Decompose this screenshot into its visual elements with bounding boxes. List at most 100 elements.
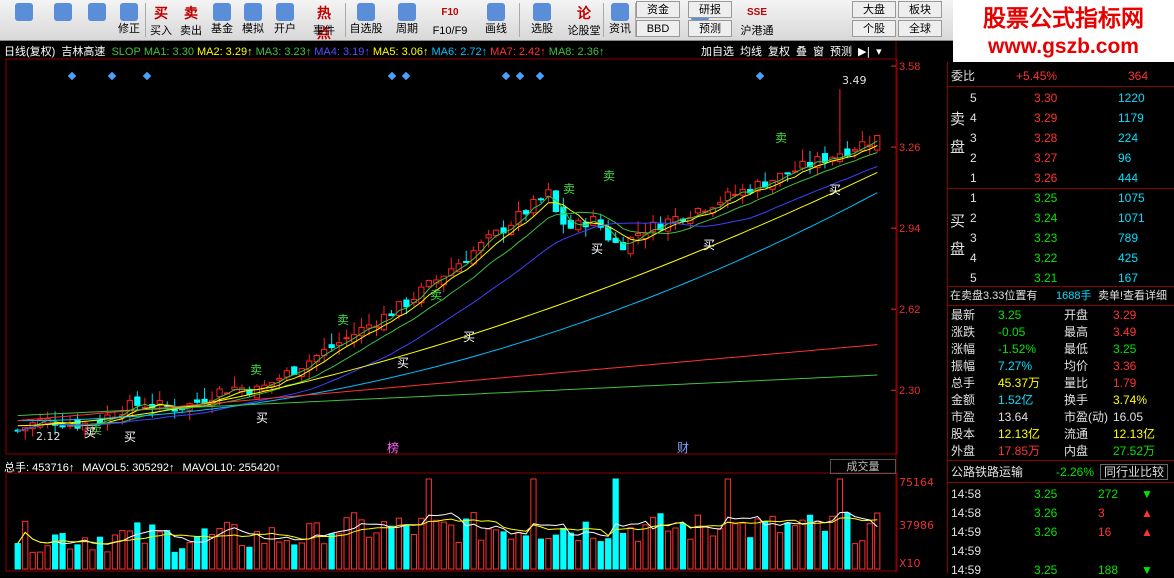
buy-icon: 买 [154,5,168,21]
ma-line [17,166,878,432]
candle [231,376,238,392]
volume-bar [836,478,844,570]
ma-legend-item: MA7: 2.42↑ [490,46,546,58]
event-marker[interactable]: 财 [677,441,689,455]
toolbar-mini-2[interactable]: 研报 [688,1,732,18]
ratio-label: 委比 [951,69,976,83]
hot-event-label: 事件 [313,25,335,37]
toolbar-back-button[interactable] [44,0,82,41]
star-label: 自选股 [349,23,383,35]
period-label[interactable]: 日线(复权) [4,46,55,58]
chart-control-6[interactable]: ▶| [857,45,871,58]
ma-legend-item: MA2: 3.29↑ [196,46,253,58]
chart-control-1[interactable]: 均线 [739,45,763,58]
toolbar-home-button[interactable] [4,0,44,41]
chart-control-4[interactable]: 窗 [812,45,825,58]
ma-line [17,171,878,427]
tick-row: 14:59 3.25 188 ▼ [948,562,1174,578]
ask-price: 3.28 [1034,131,1058,145]
bid-row: 4 3.22 425 [948,250,1174,266]
volume-bar [500,531,507,570]
volume-bar [791,525,799,570]
stat-row: 总手 45.37万 量比 1.79 [948,375,1174,391]
tick-price: 3.25 [1034,563,1058,577]
volume-bar [37,551,44,570]
forum-label: 论股堂 [567,25,601,37]
chart-controls: 加自选 均线 复权叠窗预测 ▶| ▾ [700,43,887,59]
updown-icon [88,3,106,21]
chart-control-7[interactable]: ▾ [875,45,883,58]
industry-compare-button[interactable]: 同行业比较 [1100,464,1169,480]
toolbar-news-button[interactable]: 资讯 [604,0,636,41]
volume-bar [350,512,358,570]
ma-line [17,152,878,432]
volume-bar [418,517,425,570]
toolbar-lock-button[interactable]: 开户 [268,0,302,41]
ask-volume: 224 [1118,131,1139,145]
toolbar-mini-6[interactable]: 板块 [898,1,942,18]
toolbar-hot-event-button[interactable]: 热点 事件 [302,0,346,41]
volume-header: 总手: 453716↑ MAVOL5: 305292↑ MAVOL10: 25542… [4,459,289,475]
event-marker[interactable]: 榜 [387,440,399,455]
volume-bar [343,517,350,570]
toolbar-mini-4[interactable]: 大盘 [852,1,896,18]
toolbar-period-button[interactable]: 周期 [386,0,428,41]
chart-control-3[interactable]: 叠 [795,45,808,58]
toolbar-mini-1[interactable]: BBD [636,20,680,37]
toolbar-buy-button[interactable]: 买买入 [146,0,176,41]
volume-legend-item: MAVOL10: 255420↑ [182,462,281,474]
toolbar-updown-button[interactable] [82,0,112,41]
toolbar-f10-button[interactable]: F10 F10/F9 [428,0,472,41]
toolbar-mini-0[interactable]: 资金 [636,1,680,18]
toolbar-mini-3[interactable]: 预测 [688,20,732,37]
stat-row: 涨跌 -0.05 最高 3.49 [948,324,1174,340]
sell-signal: 卖 [603,169,615,183]
toolbar-gear-button[interactable]: 修正 [112,0,146,41]
toolbar-mini-7[interactable]: 全球 [898,20,942,37]
volume-bar [515,531,522,570]
stat-value: 45.37万 [998,376,1041,390]
volume-bar [747,537,754,570]
ma-line [17,145,878,432]
chart-control-2[interactable]: 复权 [767,45,791,58]
stat-value: 3.25 [1113,342,1137,356]
candle [492,229,500,238]
hk-connect-label: 沪港通 [740,25,774,37]
volume-bar [336,533,343,570]
chart-control-5[interactable]: 预测 [829,45,853,58]
toolbar-hk-connect-button[interactable]: SSE 沪港通 [724,0,790,41]
divider [948,305,1174,306]
volume-bar [373,532,380,570]
kline-svg[interactable]: 3.583.262.942.622.303.492.12 卖卖卖卖卖卖卖买 买买买买… [0,41,947,573]
toolbar-hammer-button[interactable]: 模拟 [238,0,268,41]
buy-signal: 买 [124,430,136,444]
toolbar-fund-button[interactable]: 基金 [206,0,238,41]
stat-row: 振幅 7.27% 均价 3.36 [948,358,1174,374]
chart-control-0[interactable]: 加自选 [700,45,735,58]
volume-bar [859,540,866,570]
toolbar-sell-button[interactable]: 卖卖出 [176,0,206,41]
volume-bar [664,530,672,570]
ratio-value: +5.45% [1016,69,1058,83]
tick-price: 3.26 [1034,525,1058,539]
toolbar-pen-button[interactable]: 画线 [472,0,520,41]
ma-legend-item: MA1: 3.30 [143,46,194,58]
tick-time: 14:58 [951,487,982,501]
toolbar-screen-button[interactable]: 选股 [520,0,564,41]
notice-qty: 1688手 [1056,290,1092,302]
toolbar-mini-5[interactable]: 个股 [852,20,896,37]
volume-bar [253,531,261,570]
kline-chart-area[interactable]: 3.58 3.26 2.94 2.62 2.30 3.49 2.12 卖卖卖卖卖卖卖买买买买买… [0,41,947,573]
volume-indicator-button[interactable]: 成交量 [830,459,896,474]
volume-bar [590,537,597,570]
stat-value: 3.36 [1113,359,1137,373]
toolbar-forum-button[interactable]: 论论股堂 [564,0,604,41]
notice-link[interactable]: 卖单!查看详细 [1098,288,1167,304]
bid-row: 5 3.21 167 [948,270,1174,286]
volume-bar [261,542,268,570]
toolbar-star-button[interactable]: 自选股 [346,0,386,41]
stat-label: 流通 [1064,427,1089,441]
price-axis-label: 3.58 [899,61,920,73]
volume-bar [291,544,298,570]
candle [739,183,746,204]
